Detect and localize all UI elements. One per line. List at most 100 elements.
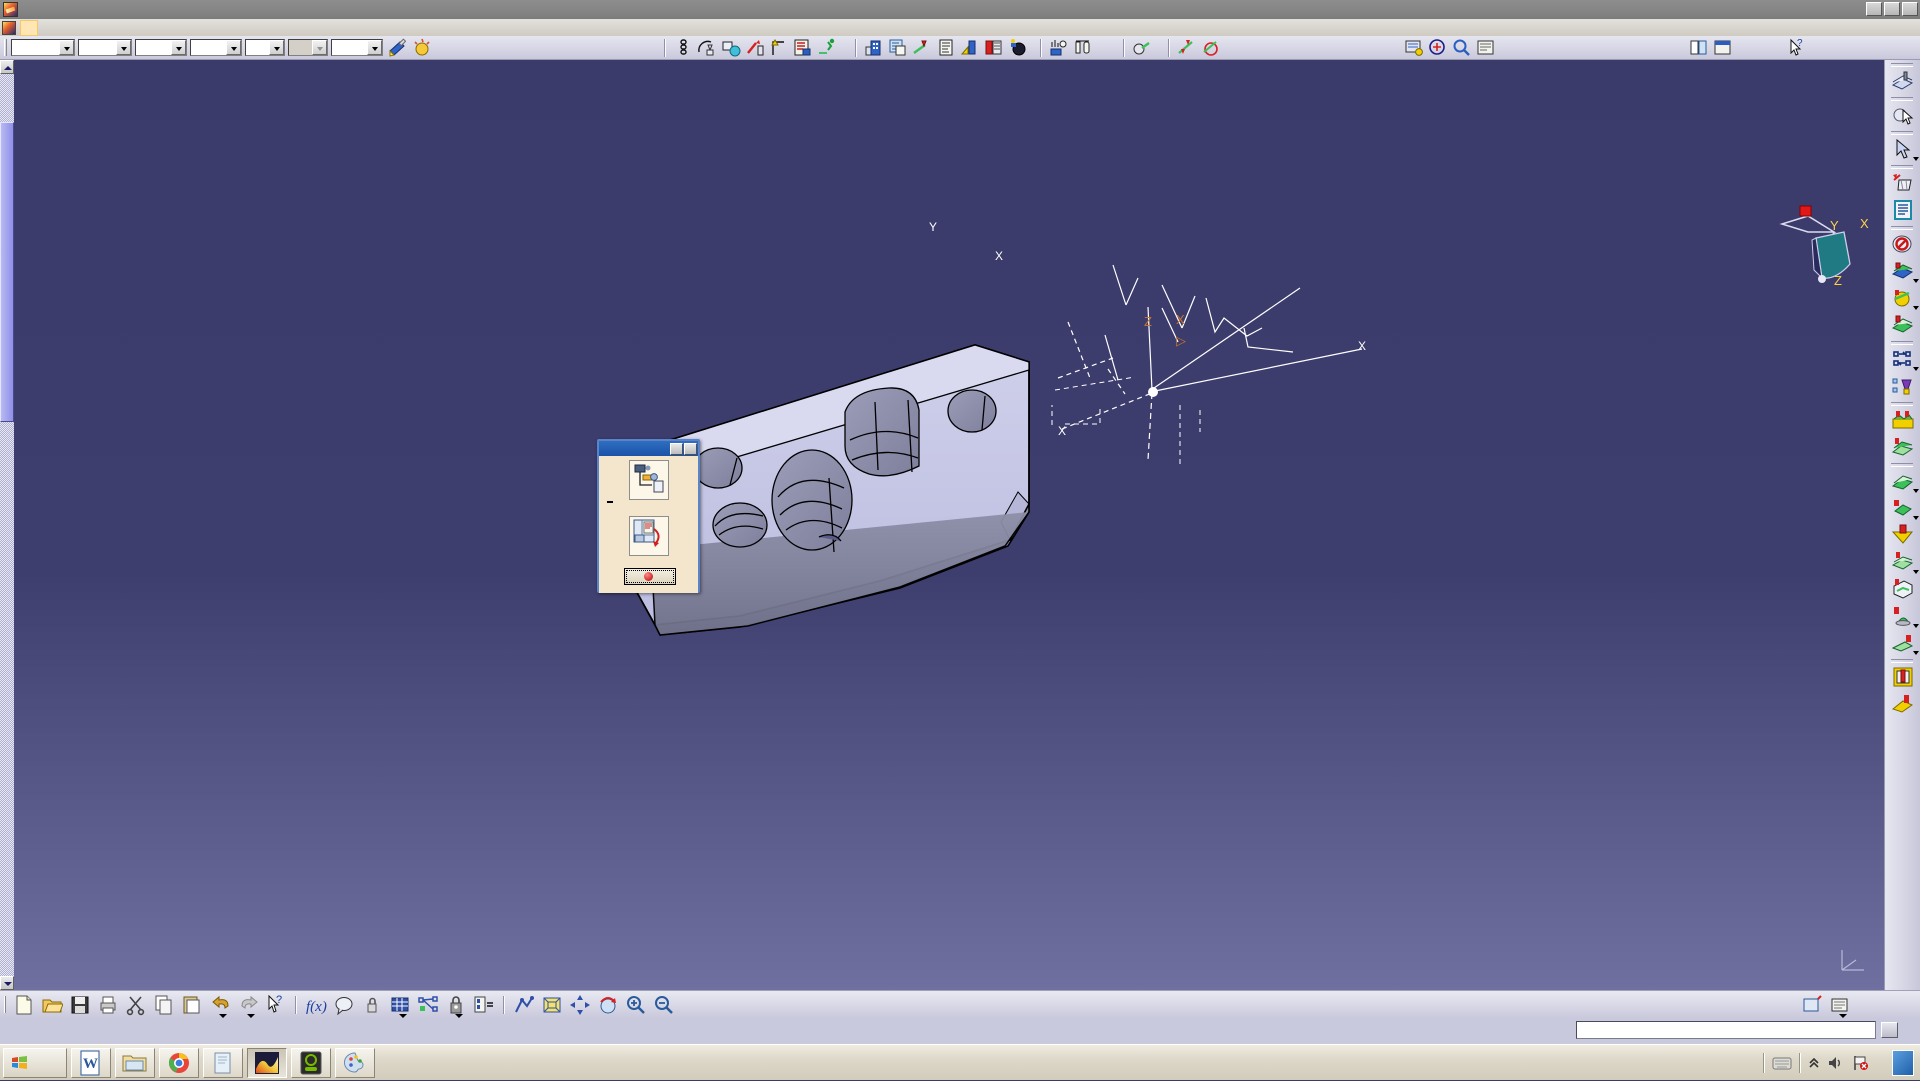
part-operation-icon[interactable] (744, 37, 766, 59)
scroll-down-button[interactable] (0, 976, 14, 990)
chevron-down-icon[interactable] (1913, 367, 1919, 371)
taskbar[interactable]: W (0, 1044, 1920, 1080)
toolbar-grip[interactable] (4, 39, 7, 56)
bottom-toolbar-grip[interactable] (4, 996, 6, 1013)
render-style-combo[interactable] (135, 39, 187, 56)
window-controls[interactable] (1866, 2, 1918, 16)
zoom-out-icon[interactable] (650, 992, 678, 1018)
browse-dialog-titlebar[interactable] (599, 441, 698, 456)
undo-history-icon[interactable] (1688, 37, 1710, 59)
video-simulation-icon[interactable] (983, 37, 1005, 59)
catalog-browser-icon[interactable] (887, 37, 909, 59)
zoom-in-icon[interactable] (622, 992, 650, 1018)
fit-all-icon[interactable] (510, 992, 538, 1018)
3d-viewport[interactable]: X ▷ Z X X Y X Y X Z (0, 60, 1920, 990)
chevron-down-icon[interactable] (1913, 279, 1919, 283)
measure-between-icon[interactable] (1072, 37, 1094, 59)
sweep-roughing-icon[interactable] (1885, 433, 1920, 460)
tool-catalog-icon[interactable] (1427, 37, 1449, 59)
none-combo[interactable] (331, 39, 383, 56)
photo-studio-icon[interactable] (1007, 37, 1029, 59)
scroll-thumb[interactable] (0, 122, 14, 422)
chevron-down-icon[interactable] (247, 1013, 255, 1018)
tree-scrollbar[interactable] (0, 60, 14, 990)
power-input-icon[interactable] (1881, 1022, 1898, 1038)
status-input-field[interactable] (1576, 1021, 1876, 1039)
specification-tree[interactable] (14, 60, 874, 990)
compass-icon[interactable]: Y X Z (1772, 188, 1892, 308)
select-a-file-button[interactable] (629, 460, 669, 500)
equation-icon[interactable] (470, 992, 498, 1018)
chevron-down-icon[interactable] (1913, 306, 1919, 310)
lamp-icon[interactable] (411, 37, 433, 59)
taskbar-app-nvidia[interactable] (291, 1047, 331, 1078)
restore-button[interactable] (1884, 2, 1900, 16)
undo-icon[interactable] (206, 992, 234, 1018)
profile-contouring-icon[interactable] (1885, 311, 1920, 338)
options-icon[interactable] (1475, 37, 1497, 59)
close-button[interactable] (1902, 2, 1918, 16)
chevron-down-icon[interactable] (226, 40, 241, 55)
display-combo[interactable] (245, 39, 285, 56)
taskbar-app-notepad[interactable] (203, 1047, 243, 1078)
keyboard-icon[interactable] (1772, 1055, 1792, 1071)
right-toolbar[interactable] (1884, 60, 1920, 990)
rotate-icon[interactable] (594, 992, 622, 1018)
paste-icon[interactable] (178, 992, 206, 1018)
manufacturing-program-icon[interactable] (768, 37, 790, 59)
view-mode-icon[interactable] (1826, 992, 1854, 1018)
manufacturing-view-icon[interactable] (1403, 37, 1425, 59)
help-button[interactable] (670, 442, 683, 455)
parameters-icon[interactable] (414, 992, 442, 1018)
simulation-run-icon[interactable] (816, 37, 838, 59)
loaded-document-button[interactable] (629, 516, 669, 556)
menu-item-enovia[interactable] (38, 20, 56, 36)
zoom-combo[interactable] (78, 39, 132, 56)
menu-bar[interactable] (0, 19, 1920, 36)
browse-dialog[interactable] (597, 439, 700, 593)
bottom-toolbar[interactable]: ? f(x) (0, 990, 1920, 1018)
menu-item-file[interactable] (56, 20, 74, 36)
new-icon[interactable] (10, 992, 38, 1018)
chevron-down-icon[interactable] (1913, 489, 1919, 493)
select-faces-icon[interactable] (1885, 101, 1920, 128)
chevron-down-icon[interactable] (1913, 157, 1919, 161)
scroll-up-button[interactable] (0, 60, 14, 74)
transfer-icon[interactable] (1885, 345, 1920, 372)
drilling-op-icon[interactable] (1885, 663, 1920, 690)
chevron-down-icon[interactable] (367, 40, 382, 55)
machine-setup-icon[interactable] (720, 37, 742, 59)
normal-view-icon[interactable] (1798, 992, 1826, 1018)
measure-tool-icon[interactable] (1048, 37, 1070, 59)
menu-item-help[interactable] (164, 20, 182, 36)
start-button[interactable] (3, 1047, 67, 1078)
profile-contouring-2-icon[interactable] (1885, 602, 1920, 629)
no-machining-icon[interactable] (1885, 230, 1920, 257)
top-toolbar[interactable]: ? (0, 36, 1920, 60)
lathe-operation-icon[interactable] (1131, 37, 1153, 59)
chevron-down-icon[interactable] (1839, 1013, 1847, 1018)
drilling-icon[interactable] (1200, 37, 1222, 59)
menu-item-edit[interactable] (74, 20, 92, 36)
show-desktop-button[interactable] (1892, 1049, 1914, 1076)
chevron-down-icon[interactable] (219, 1013, 227, 1018)
arc-machining-icon[interactable] (696, 37, 718, 59)
action-center-flag-icon[interactable] (1852, 1055, 1870, 1071)
contour-driven-icon[interactable] (1885, 494, 1920, 521)
volume-icon[interactable] (1827, 1055, 1845, 1071)
open-icon[interactable] (38, 992, 66, 1018)
table-icon[interactable] (386, 992, 414, 1018)
cancel-button[interactable] (624, 568, 676, 585)
chevron-down-icon[interactable] (116, 40, 131, 55)
save-icon[interactable] (66, 992, 94, 1018)
menu-item-start[interactable] (20, 19, 38, 36)
spiral-milling-icon[interactable] (1885, 575, 1920, 602)
chevron-down-icon[interactable] (269, 40, 284, 55)
zlevel-icon[interactable] (1885, 548, 1920, 575)
taskbar-app-word[interactable]: W (71, 1047, 111, 1078)
chevron-down-icon[interactable] (399, 1013, 407, 1018)
window-title-bar[interactable] (0, 0, 1920, 19)
chevron-down-icon[interactable] (171, 40, 186, 55)
manufacturing-program-icon[interactable] (1885, 196, 1920, 223)
new-part-icon[interactable] (1885, 67, 1920, 94)
